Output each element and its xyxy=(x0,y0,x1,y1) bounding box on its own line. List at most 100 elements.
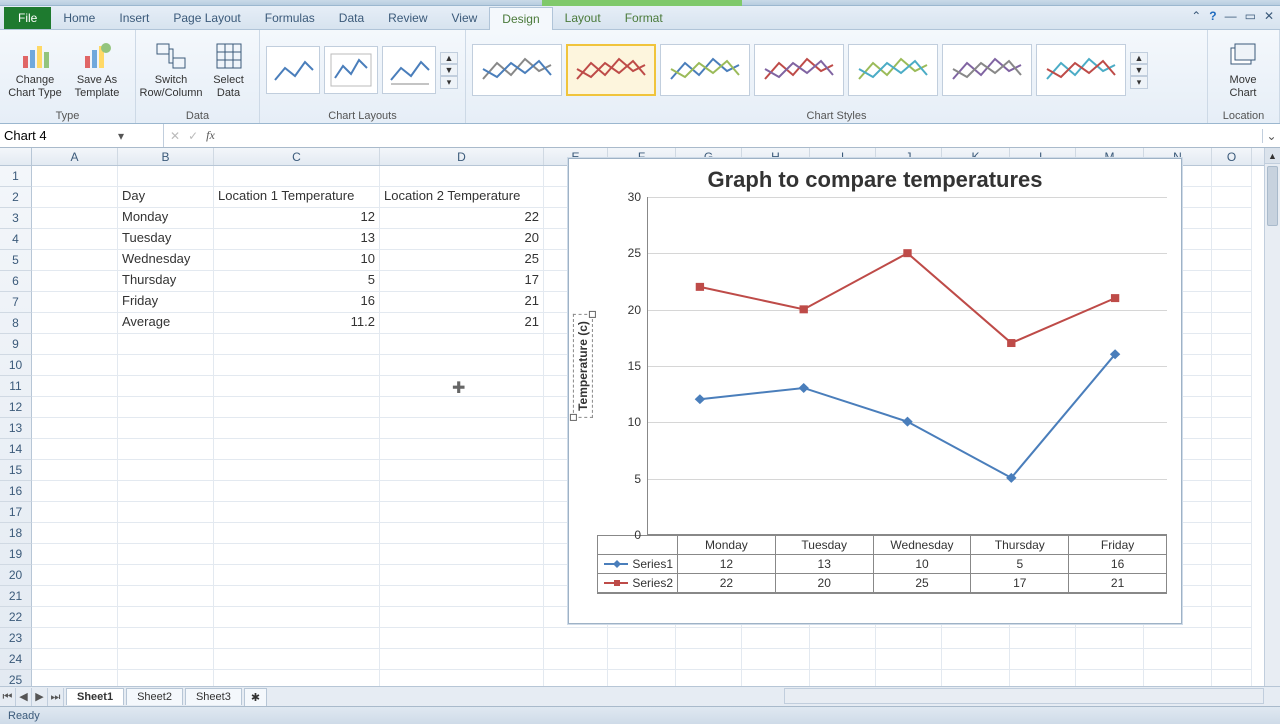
cell-I24[interactable] xyxy=(810,649,876,670)
help-icon[interactable]: ? xyxy=(1209,9,1216,23)
row-header-17[interactable]: 17 xyxy=(0,502,32,523)
select-data-button[interactable]: Select Data xyxy=(204,38,253,101)
cell-B9[interactable] xyxy=(118,334,214,355)
ribbon-minimize-icon[interactable]: ⌃ xyxy=(1191,9,1201,23)
cell-C24[interactable] xyxy=(214,649,380,670)
cell-C15[interactable] xyxy=(214,460,380,481)
cell-O10[interactable] xyxy=(1212,355,1252,376)
ribbon-tab-design[interactable]: Design xyxy=(489,7,552,30)
cell-H24[interactable] xyxy=(742,649,810,670)
cell-B25[interactable] xyxy=(118,670,214,686)
cell-A8[interactable] xyxy=(32,313,118,334)
cell-D16[interactable] xyxy=(380,481,544,502)
cell-O7[interactable] xyxy=(1212,292,1252,313)
cell-B5[interactable]: Wednesday xyxy=(118,250,214,271)
cell-O3[interactable] xyxy=(1212,208,1252,229)
ribbon-tab-insert[interactable]: Insert xyxy=(107,7,161,29)
cell-O17[interactable] xyxy=(1212,502,1252,523)
row-header-10[interactable]: 10 xyxy=(0,355,32,376)
horizontal-scrollbar[interactable] xyxy=(784,688,1264,704)
name-box-dropdown-icon[interactable]: ▾ xyxy=(114,129,128,143)
scroll-thumb[interactable] xyxy=(1267,166,1278,226)
row-header-23[interactable]: 23 xyxy=(0,628,32,649)
cell-A23[interactable] xyxy=(32,628,118,649)
cell-D2[interactable]: Location 2 Temperature xyxy=(380,187,544,208)
cell-C18[interactable] xyxy=(214,523,380,544)
row-header-25[interactable]: 25 xyxy=(0,670,32,686)
cell-B23[interactable] xyxy=(118,628,214,649)
new-sheet-button[interactable]: ✱ xyxy=(244,688,267,706)
ribbon-tab-data[interactable]: Data xyxy=(327,7,376,29)
worksheet-grid[interactable]: ABCDEFGHIJKLMNO 123456789101112131415161… xyxy=(0,148,1280,686)
cell-B6[interactable]: Thursday xyxy=(118,271,214,292)
cell-A25[interactable] xyxy=(32,670,118,686)
cell-C10[interactable] xyxy=(214,355,380,376)
row-header-16[interactable]: 16 xyxy=(0,481,32,502)
change-chart-type-button[interactable]: Change Chart Type xyxy=(6,38,64,101)
cell-N24[interactable] xyxy=(1144,649,1212,670)
cell-D1[interactable] xyxy=(380,166,544,187)
window-minimize-icon[interactable]: — xyxy=(1225,9,1237,23)
cell-F24[interactable] xyxy=(608,649,676,670)
cell-D17[interactable] xyxy=(380,502,544,523)
cell-D25[interactable] xyxy=(380,670,544,686)
cell-O22[interactable] xyxy=(1212,607,1252,628)
style-gallery-more[interactable]: ▾ xyxy=(1130,76,1148,89)
cell-D18[interactable] xyxy=(380,523,544,544)
sheet-tab-sheet3[interactable]: Sheet3 xyxy=(185,688,242,705)
cell-K23[interactable] xyxy=(942,628,1010,649)
cell-O6[interactable] xyxy=(1212,271,1252,292)
cell-A5[interactable] xyxy=(32,250,118,271)
row-header-22[interactable]: 22 xyxy=(0,607,32,628)
sheet-nav-next-icon[interactable]: ▶ xyxy=(32,688,48,706)
cell-B8[interactable]: Average xyxy=(118,313,214,334)
cell-D3[interactable]: 22 xyxy=(380,208,544,229)
cell-L23[interactable] xyxy=(1010,628,1076,649)
cell-C7[interactable]: 16 xyxy=(214,292,380,313)
cell-B12[interactable] xyxy=(118,397,214,418)
cell-D24[interactable] xyxy=(380,649,544,670)
cell-A24[interactable] xyxy=(32,649,118,670)
cell-C11[interactable] xyxy=(214,376,380,397)
style-gallery-up[interactable]: ▲ xyxy=(1130,52,1148,64)
window-close-icon[interactable]: ✕ xyxy=(1264,9,1274,23)
cell-C8[interactable]: 11.2 xyxy=(214,313,380,334)
cell-I25[interactable] xyxy=(810,670,876,686)
row-header-21[interactable]: 21 xyxy=(0,586,32,607)
cell-O9[interactable] xyxy=(1212,334,1252,355)
sheet-nav-first-icon[interactable]: ⏮ xyxy=(0,688,16,706)
cell-A16[interactable] xyxy=(32,481,118,502)
scroll-up-icon[interactable]: ▲ xyxy=(1265,148,1280,164)
cell-I23[interactable] xyxy=(810,628,876,649)
cell-A20[interactable] xyxy=(32,565,118,586)
cell-O25[interactable] xyxy=(1212,670,1252,686)
cell-G24[interactable] xyxy=(676,649,742,670)
cell-C21[interactable] xyxy=(214,586,380,607)
cell-O18[interactable] xyxy=(1212,523,1252,544)
cell-E25[interactable] xyxy=(544,670,608,686)
cell-C13[interactable] xyxy=(214,418,380,439)
cell-D23[interactable] xyxy=(380,628,544,649)
cell-O13[interactable] xyxy=(1212,418,1252,439)
cell-B2[interactable]: Day xyxy=(118,187,214,208)
y-axis-title[interactable]: Temperature (c) xyxy=(573,314,593,418)
cell-F25[interactable] xyxy=(608,670,676,686)
plot-area[interactable] xyxy=(647,197,1167,535)
ribbon-tab-page-layout[interactable]: Page Layout xyxy=(161,7,252,29)
cell-A2[interactable] xyxy=(32,187,118,208)
chart-style-6[interactable] xyxy=(942,44,1032,96)
cell-C22[interactable] xyxy=(214,607,380,628)
row-header-18[interactable]: 18 xyxy=(0,523,32,544)
cell-O15[interactable] xyxy=(1212,460,1252,481)
cell-O1[interactable] xyxy=(1212,166,1252,187)
cell-A13[interactable] xyxy=(32,418,118,439)
row-header-1[interactable]: 1 xyxy=(0,166,32,187)
name-box-input[interactable] xyxy=(4,128,114,143)
cell-O19[interactable] xyxy=(1212,544,1252,565)
chart-layout-1[interactable] xyxy=(266,46,320,94)
style-gallery-down[interactable]: ▼ xyxy=(1130,64,1148,76)
cell-L25[interactable] xyxy=(1010,670,1076,686)
cell-L24[interactable] xyxy=(1010,649,1076,670)
name-box[interactable]: ▾ xyxy=(0,124,164,147)
vertical-scrollbar[interactable]: ▲ xyxy=(1264,148,1280,686)
